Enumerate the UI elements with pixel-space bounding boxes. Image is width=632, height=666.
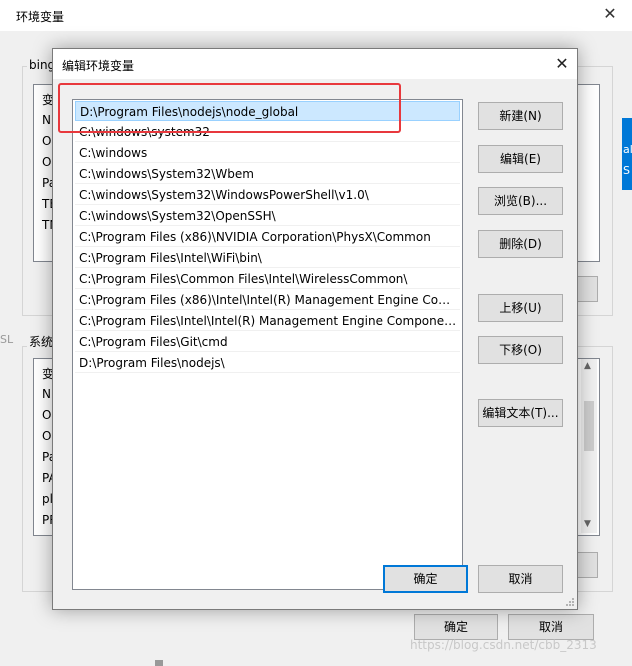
resize-grip-icon[interactable] bbox=[565, 597, 575, 607]
path-list-item[interactable]: C:\windows bbox=[75, 143, 460, 163]
dialog-close-icon[interactable]: ✕ bbox=[551, 53, 573, 75]
left-edge-text: SL bbox=[0, 333, 14, 346]
path-list-item[interactable]: C:\Program Files\Common Files\Intel\Wire… bbox=[75, 269, 460, 289]
path-list-item[interactable]: C:\Program Files\Intel\WiFi\bin\ bbox=[75, 248, 460, 268]
path-list-item[interactable]: C:\windows\System32\WindowsPowerShell\v1… bbox=[75, 185, 460, 205]
path-list-item[interactable]: C:\Program Files (x86)\NVIDIA Corporatio… bbox=[75, 227, 460, 247]
scroll-down-icon[interactable]: ▼ bbox=[584, 519, 591, 529]
highlight-annotation-box bbox=[58, 83, 401, 133]
env-cancel-button[interactable]: 取消 bbox=[508, 614, 594, 640]
path-list-item[interactable]: C:\Program Files\Git\cmd bbox=[75, 332, 460, 352]
watermark: https://blog.csdn.net/cbb_2313 bbox=[410, 638, 597, 652]
env-ok-button[interactable]: 确定 bbox=[414, 614, 498, 640]
bg-edge-mark bbox=[155, 660, 163, 666]
move-down-button[interactable]: 下移(O) bbox=[478, 336, 563, 364]
env-window-titlebar: 环境变量 ✕ bbox=[0, 0, 632, 31]
scroll-up-icon[interactable]: ▲ bbox=[584, 361, 591, 371]
ok-button[interactable]: 确定 bbox=[383, 565, 468, 593]
new-button[interactable]: 新建(N) bbox=[478, 102, 563, 130]
env-window-close-icon[interactable]: ✕ bbox=[600, 3, 620, 25]
edge-text: S bbox=[623, 164, 630, 177]
dialog-title: 编辑环境变量 bbox=[62, 59, 135, 73]
env-window-title: 环境变量 bbox=[16, 10, 65, 24]
cancel-button[interactable]: 取消 bbox=[478, 565, 563, 593]
move-up-button[interactable]: 上移(U) bbox=[478, 294, 563, 322]
edge-text: al bbox=[623, 143, 632, 156]
system-vars-group-label: 系统 bbox=[27, 333, 56, 350]
dialog-titlebar: 编辑环境变量 ✕ bbox=[53, 49, 577, 79]
system-vars-scrollbar[interactable]: ▲ ▼ bbox=[581, 359, 597, 533]
edit-button[interactable]: 编辑(E) bbox=[478, 145, 563, 173]
path-list-item[interactable]: D:\Program Files\nodejs\ bbox=[75, 353, 460, 373]
browse-button[interactable]: 浏览(B)... bbox=[478, 187, 563, 215]
path-list[interactable]: D:\Program Files\nodejs\node_global C:\wi… bbox=[72, 99, 463, 590]
edit-text-button[interactable]: 编辑文本(T)... bbox=[478, 399, 563, 427]
path-list-item[interactable]: C:\windows\System32\Wbem bbox=[75, 164, 460, 184]
path-list-item[interactable]: C:\Program Files (x86)\Intel\Intel(R) Ma… bbox=[75, 290, 460, 310]
path-list-item[interactable]: C:\Program Files\Intel\Intel(R) Manageme… bbox=[75, 311, 460, 331]
path-list-item[interactable]: C:\windows\System32\OpenSSH\ bbox=[75, 206, 460, 226]
scrollbar-thumb[interactable] bbox=[584, 401, 594, 451]
delete-button[interactable]: 删除(D) bbox=[478, 230, 563, 258]
